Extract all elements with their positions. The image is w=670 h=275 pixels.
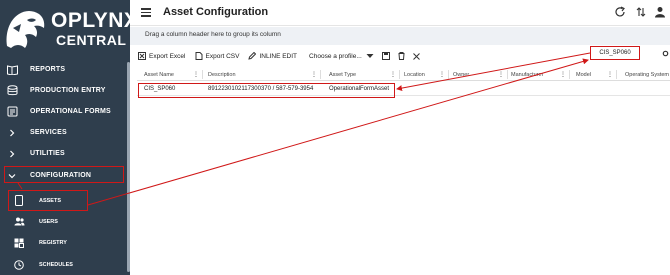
column-header-asset-name[interactable]: Asset Name ⋮ (144, 68, 202, 81)
column-header-location[interactable]: Location ⋮ (404, 68, 448, 81)
sidebar-item-production-entry[interactable]: PRODUCTION ENTRY (0, 80, 126, 101)
column-header-label: Owner (453, 71, 470, 78)
close-icon (412, 52, 420, 60)
column-header-description[interactable]: Description ⋮ (208, 68, 320, 81)
row-highlight-box (138, 83, 395, 98)
group-by-drop-zone[interactable]: Drag a column header here to group its c… (130, 27, 670, 45)
top-header: Asset Configuration (130, 0, 670, 26)
sidebar-item-label: REPORTS (30, 66, 66, 73)
column-header-operating-system[interactable]: Operating System (625, 68, 670, 81)
column-header-label: Operating System (625, 71, 670, 78)
sidebar-item-reports[interactable]: REPORTS (0, 59, 126, 80)
delete-profile-button[interactable] (398, 52, 405, 60)
registry-icon (13, 237, 25, 249)
clock-icon (13, 259, 25, 271)
column-header-label: Model (576, 71, 591, 78)
search-input[interactable]: CIS_SP060 (590, 46, 640, 60)
save-profile-button[interactable] (381, 52, 390, 60)
column-separator[interactable] (320, 70, 321, 79)
export-csv-label: Export CSV (205, 52, 240, 60)
group-by-hint: Drag a column header here to group its c… (145, 31, 281, 38)
settings-gear-icon[interactable] (662, 50, 669, 57)
caret-down-icon (366, 54, 374, 58)
sidebar-item-label: UTILITIES (30, 150, 65, 157)
column-separator[interactable] (448, 70, 449, 79)
inline-edit-button[interactable]: INLINE EDIT (248, 52, 297, 60)
column-menu-icon[interactable]: ⋮ (607, 71, 613, 78)
trash-icon (398, 52, 405, 60)
configuration-highlight-box (4, 166, 124, 183)
sidebar-subitem-registry[interactable]: REGISTRY (0, 232, 126, 253)
column-menu-icon[interactable]: ⋮ (560, 71, 566, 78)
forms-icon (6, 106, 18, 118)
profile-select[interactable]: Choose a profile... (309, 53, 374, 60)
brand-title: OPLYNX (51, 9, 139, 32)
sidebar-item-label: OPERATIONAL FORMS (30, 108, 111, 115)
grid-toolbar: Export Excel Export CSV INLINE EDIT Choo… (130, 46, 670, 66)
column-menu-icon[interactable]: ⋮ (498, 71, 504, 78)
export-csv-button[interactable]: Export CSV (195, 52, 240, 60)
column-menu-icon[interactable]: ⋮ (193, 71, 199, 78)
brand-subtitle: CENTRAL (56, 32, 127, 48)
book-icon (6, 64, 18, 76)
brand-logo[interactable]: OPLYNX CENTRAL (0, 0, 138, 56)
column-separator[interactable] (507, 70, 508, 79)
chevron-right-icon (6, 148, 18, 160)
export-excel-label: Export Excel (149, 52, 186, 60)
pencil-icon (248, 52, 257, 60)
sidebar-subitem-schedules[interactable]: SCHEDULES (0, 254, 126, 275)
column-header-owner[interactable]: Owner ⋮ (453, 68, 507, 81)
clear-profile-button[interactable] (412, 52, 420, 60)
sidebar-scrollbar[interactable] (127, 62, 130, 272)
column-header-label: Location (404, 71, 425, 78)
sidebar-item-operational-forms[interactable]: OPERATIONAL FORMS (0, 101, 126, 122)
page-title: Asset Configuration (163, 6, 269, 18)
column-header-label: Asset Type (329, 71, 357, 78)
column-separator[interactable] (202, 70, 203, 79)
column-header-model[interactable]: Model ⋮ (576, 68, 616, 81)
column-separator[interactable] (569, 70, 570, 79)
sidebar-subitem-users[interactable]: USERS (0, 211, 126, 232)
column-header-label: Description (208, 71, 236, 78)
column-header-manufacturer[interactable]: Manufacturer ⋮ (511, 68, 569, 81)
cougar-logo-icon (6, 11, 45, 48)
profile-select-value: Choose a profile... (309, 52, 362, 60)
sidebar-subitem-label: SCHEDULES (39, 261, 73, 268)
users-icon (13, 216, 25, 228)
sidebar-subitem-label: REGISTRY (39, 239, 67, 246)
refresh-icon[interactable] (614, 6, 626, 18)
column-header-label: Asset Name (144, 71, 174, 78)
user-profile-icon[interactable] (654, 6, 666, 18)
hamburger-menu-icon[interactable] (141, 8, 151, 17)
grid-header: Asset Name ⋮ Description ⋮ Asset Type ⋮ … (137, 68, 670, 81)
column-menu-icon[interactable]: ⋮ (439, 71, 445, 78)
column-menu-icon[interactable]: ⋮ (390, 71, 396, 78)
sidebar-item-label: PRODUCTION ENTRY (30, 87, 106, 94)
sidebar-item-utilities[interactable]: UTILITIES (0, 143, 126, 164)
save-icon (381, 52, 390, 60)
column-menu-icon[interactable]: ⋮ (311, 71, 317, 78)
sort-arrows-icon[interactable] (635, 6, 647, 18)
export-csv-icon (195, 52, 202, 60)
sidebar-subitem-label: USERS (39, 218, 58, 225)
export-excel-icon (138, 52, 146, 60)
inline-edit-label: INLINE EDIT (259, 52, 298, 60)
sidebar: OPLYNX CENTRAL REPORTS PRODUCTION ENTRY … (0, 0, 138, 275)
export-excel-button[interactable]: Export Excel (138, 52, 186, 60)
column-header-label: Manufacturer (511, 71, 544, 78)
chevron-right-icon (6, 127, 18, 139)
column-separator[interactable] (399, 70, 400, 79)
column-separator[interactable] (616, 70, 617, 79)
sidebar-item-services[interactable]: SERVICES (0, 122, 126, 143)
stack-icon (6, 85, 18, 97)
column-header-asset-type[interactable]: Asset Type ⋮ (329, 68, 399, 81)
assets-highlight-box (8, 190, 88, 211)
sidebar-item-label: SERVICES (30, 129, 67, 136)
